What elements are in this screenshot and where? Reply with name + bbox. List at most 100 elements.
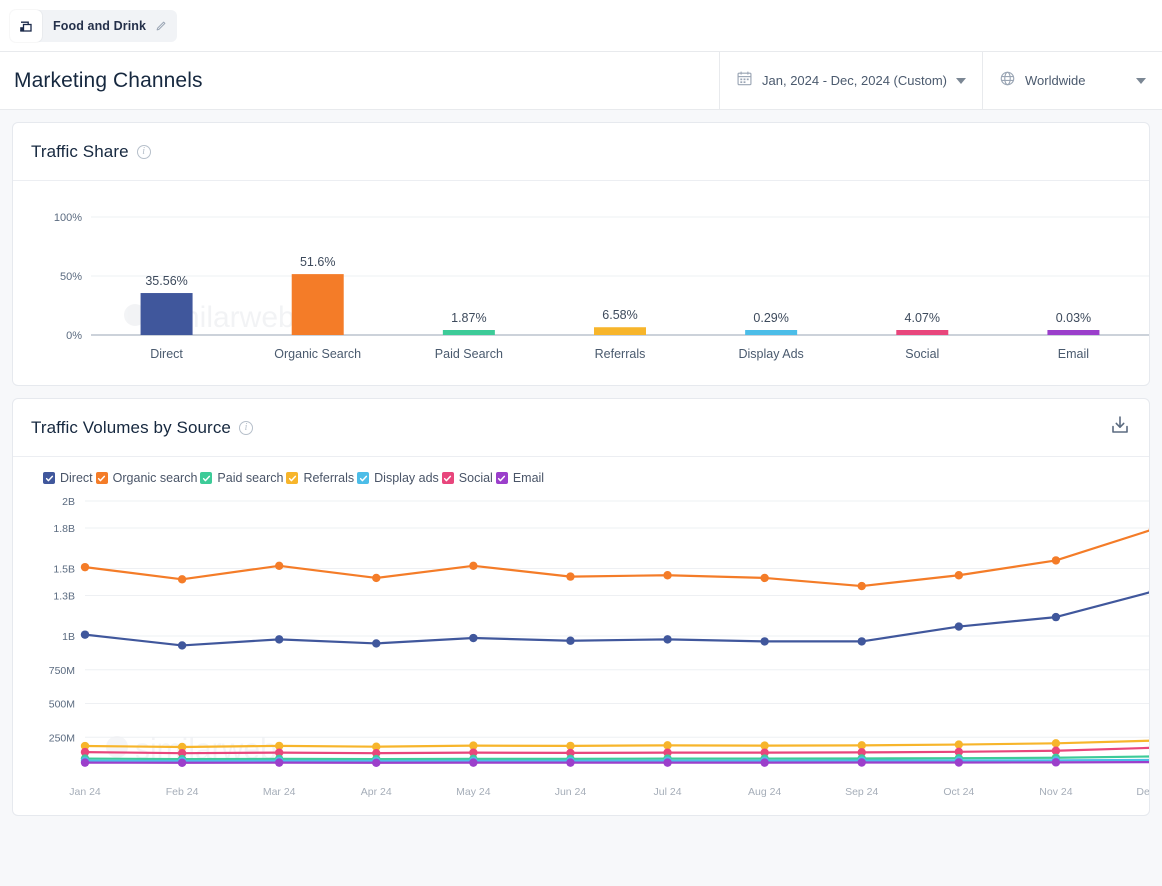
- series-line[interactable]: [85, 529, 1150, 586]
- pencil-icon[interactable]: [155, 20, 167, 32]
- breadcrumb[interactable]: Food and Drink: [10, 10, 177, 42]
- data-point[interactable]: [81, 563, 89, 571]
- data-point[interactable]: [275, 635, 283, 643]
- download-icon[interactable]: [1109, 414, 1131, 441]
- data-point[interactable]: [955, 740, 963, 748]
- page-header: Marketing Channels Jan, 2024 - Dec, 2024…: [0, 52, 1162, 110]
- data-point[interactable]: [372, 759, 380, 767]
- legend-checkbox[interactable]: [442, 472, 454, 484]
- data-point[interactable]: [858, 582, 866, 590]
- legend-checkbox[interactable]: [200, 472, 212, 484]
- bar[interactable]: [292, 274, 344, 335]
- data-point[interactable]: [372, 639, 380, 647]
- x-axis-tick-label: Dec 24: [1136, 786, 1150, 798]
- page-title: Marketing Channels: [0, 52, 719, 109]
- bar-value-label: 1.87%: [451, 311, 486, 325]
- legend-label: Paid search: [217, 471, 283, 485]
- series-line[interactable]: [85, 762, 1150, 763]
- data-point[interactable]: [1052, 739, 1060, 747]
- y-axis-tick-label: 1B: [62, 631, 75, 643]
- x-axis-category-label: Referrals: [595, 347, 646, 361]
- bar-value-label: 6.58%: [602, 308, 637, 322]
- data-point[interactable]: [178, 575, 186, 583]
- data-point[interactable]: [469, 758, 477, 766]
- data-point[interactable]: [663, 741, 671, 749]
- data-point[interactable]: [760, 574, 768, 582]
- info-icon[interactable]: i: [137, 145, 151, 159]
- date-range-selector[interactable]: Jan, 2024 - Dec, 2024 (Custom): [719, 52, 982, 109]
- traffic-volumes-chart: similarweb250M500M750M1B1.3B1.5B1.8B2BJa…: [13, 485, 1149, 815]
- data-point[interactable]: [1052, 758, 1060, 766]
- data-point[interactable]: [663, 571, 671, 579]
- data-point[interactable]: [81, 630, 89, 638]
- y-axis-tick-label: 1.8B: [53, 523, 75, 535]
- data-point[interactable]: [955, 758, 963, 766]
- data-point[interactable]: [1052, 556, 1060, 564]
- legend-item-direct[interactable]: Direct: [43, 471, 93, 485]
- legend-checkbox[interactable]: [43, 472, 55, 484]
- data-point[interactable]: [469, 634, 477, 642]
- bar-value-label: 0.03%: [1056, 311, 1091, 325]
- bar[interactable]: [594, 327, 646, 335]
- legend-label: Email: [513, 471, 544, 485]
- bar[interactable]: [745, 330, 797, 335]
- x-axis-tick-label: Jul 24: [654, 786, 682, 798]
- data-point[interactable]: [1149, 744, 1150, 752]
- data-point[interactable]: [760, 637, 768, 645]
- bar[interactable]: [896, 330, 948, 335]
- geo-selector[interactable]: Worldwide: [982, 52, 1162, 109]
- legend-checkbox[interactable]: [286, 472, 298, 484]
- bar[interactable]: [141, 293, 193, 335]
- x-axis-category-label: Direct: [150, 347, 183, 361]
- x-axis-tick-label: Oct 24: [943, 786, 974, 798]
- data-point[interactable]: [663, 635, 671, 643]
- series-legend: Direct Organic search Paid searchReferrals…: [13, 457, 1149, 485]
- data-point[interactable]: [178, 641, 186, 649]
- x-axis-tick-label: Feb 24: [166, 786, 199, 798]
- info-icon[interactable]: i: [239, 421, 253, 435]
- data-point[interactable]: [663, 758, 671, 766]
- data-point[interactable]: [469, 562, 477, 570]
- data-point[interactable]: [178, 759, 186, 767]
- legend-item-referrals[interactable]: Referrals: [286, 471, 354, 485]
- x-axis-category-label: Email: [1058, 347, 1089, 361]
- data-point[interactable]: [1052, 613, 1060, 621]
- data-point[interactable]: [858, 637, 866, 645]
- data-point[interactable]: [275, 758, 283, 766]
- bar[interactable]: [443, 330, 495, 335]
- legend-label: Organic search: [113, 471, 198, 485]
- y-axis-tick-label: 250M: [49, 732, 75, 744]
- line-chart-svg: similarweb250M500M750M1B1.3B1.5B1.8B2BJa…: [13, 489, 1150, 809]
- data-point[interactable]: [566, 572, 574, 580]
- data-point[interactable]: [760, 758, 768, 766]
- data-point[interactable]: [275, 562, 283, 570]
- data-point[interactable]: [566, 758, 574, 766]
- legend-checkbox[interactable]: [496, 472, 508, 484]
- data-point[interactable]: [566, 637, 574, 645]
- data-point[interactable]: [858, 758, 866, 766]
- legend-item-display-ads[interactable]: Display ads: [357, 471, 439, 485]
- bar-chart-svg: similarweb0%50%100%35.56%Direct51.6%Orga…: [31, 203, 1150, 381]
- globe-icon: [999, 70, 1016, 92]
- legend-label: Direct: [60, 471, 93, 485]
- data-point[interactable]: [1149, 525, 1150, 533]
- x-axis-category-label: Organic Search: [274, 347, 361, 361]
- series-line[interactable]: [85, 591, 1150, 645]
- legend-item-paid-search[interactable]: Paid search: [200, 471, 283, 485]
- traffic-volumes-title: Traffic Volumes by Source: [31, 418, 231, 438]
- data-point[interactable]: [81, 758, 89, 766]
- legend-checkbox[interactable]: [357, 472, 369, 484]
- series-line[interactable]: [85, 760, 1150, 761]
- traffic-share-chart: similarweb0%50%100%35.56%Direct51.6%Orga…: [13, 181, 1149, 385]
- data-point[interactable]: [955, 622, 963, 630]
- data-point[interactable]: [1149, 587, 1150, 595]
- bar[interactable]: [1047, 330, 1099, 335]
- data-point[interactable]: [372, 574, 380, 582]
- data-point[interactable]: [955, 571, 963, 579]
- legend-checkbox[interactable]: [96, 472, 108, 484]
- legend-item-social[interactable]: Social: [442, 471, 493, 485]
- geo-label: Worldwide: [1025, 73, 1085, 88]
- legend-item-organic-search[interactable]: Organic search: [96, 471, 198, 485]
- date-range-label: Jan, 2024 - Dec, 2024 (Custom): [762, 73, 947, 88]
- legend-item-email[interactable]: Email: [496, 471, 544, 485]
